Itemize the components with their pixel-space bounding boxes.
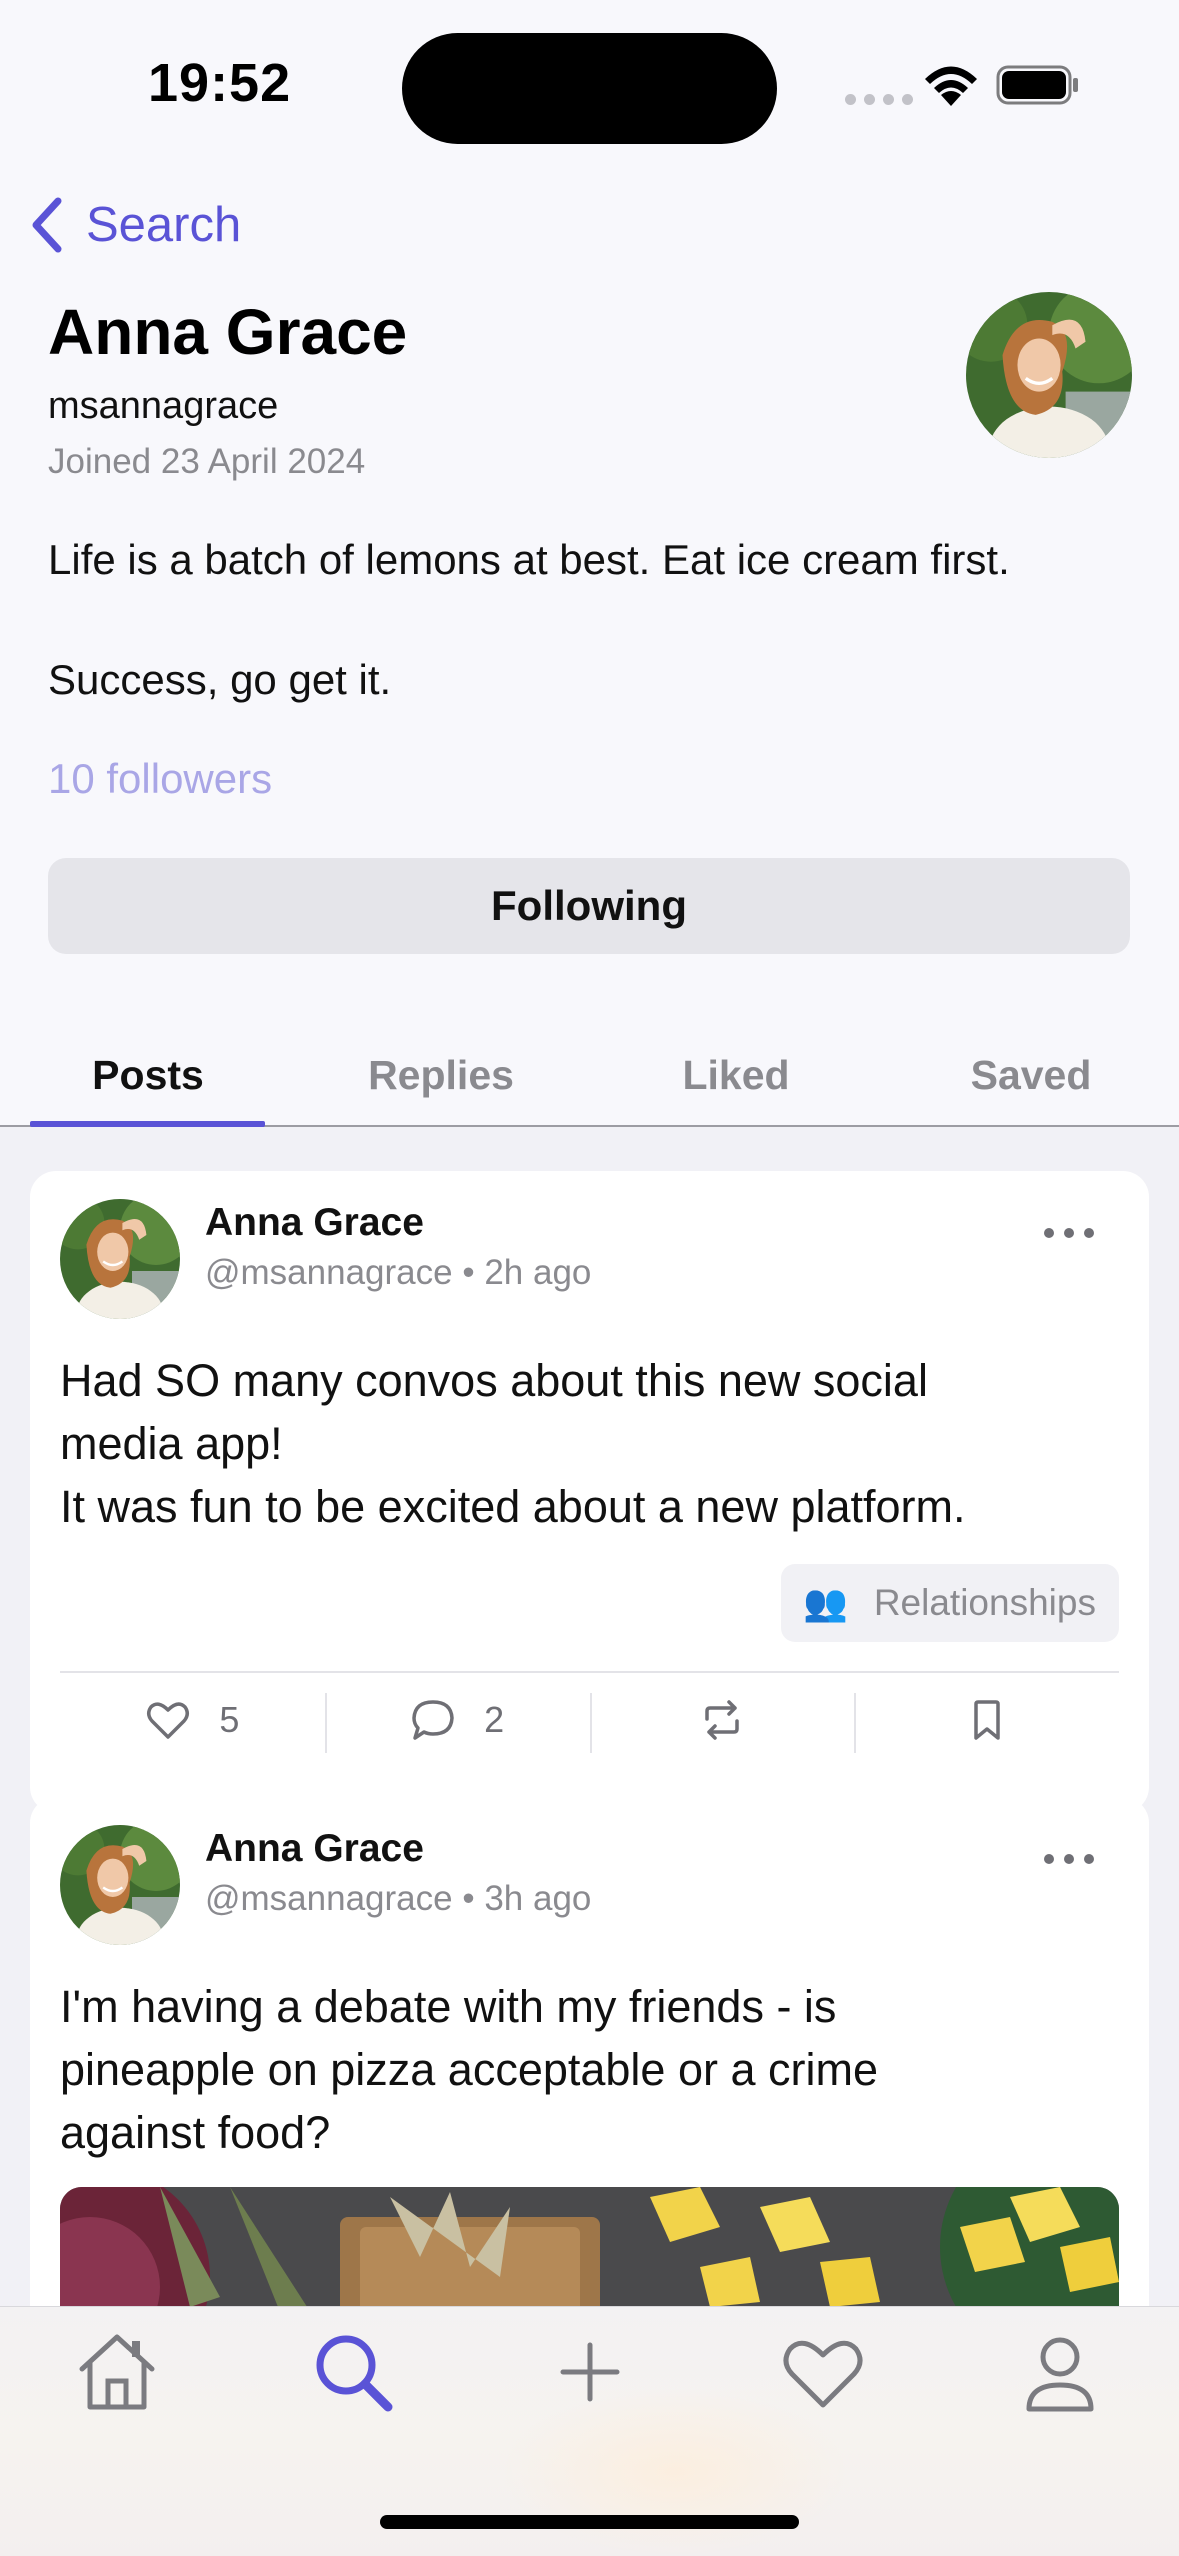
post-author-name[interactable]: Anna Grace bbox=[205, 1827, 424, 1871]
post-text-line: pineapple on pizza acceptable or a crime bbox=[60, 2044, 878, 2095]
like-button[interactable]: 5 bbox=[60, 1673, 325, 1766]
bio-line: Success, go get it. bbox=[48, 656, 392, 703]
post-time: 3h ago bbox=[484, 1879, 592, 1918]
post-text-line: I'm having a debate with my friends - is bbox=[60, 1981, 837, 2032]
profile-tabs: Posts Replies Liked Saved bbox=[0, 1035, 1179, 1127]
battery-icon bbox=[996, 65, 1078, 105]
heart-icon bbox=[147, 1701, 190, 1739]
followers-link[interactable]: 10 followers bbox=[48, 755, 272, 803]
profile-name: Anna Grace bbox=[48, 296, 408, 368]
post-meta: @msannagrace • 3h ago bbox=[205, 1879, 591, 1919]
heart-icon bbox=[783, 2340, 863, 2408]
post-meta: @msannagrace • 2h ago bbox=[205, 1253, 591, 1293]
post-text: Had SO many convos about this new social… bbox=[60, 1349, 1120, 1538]
separator-dot: • bbox=[462, 1253, 485, 1292]
topic-label: Relationships bbox=[873, 1582, 1096, 1623]
people-icon: 👥 bbox=[803, 1582, 848, 1623]
post-handle: @msannagrace bbox=[205, 1879, 453, 1918]
comment-button[interactable]: 2 bbox=[324, 1673, 590, 1766]
like-count: 5 bbox=[219, 1698, 240, 1740]
tab-activity[interactable] bbox=[778, 2327, 868, 2417]
bookmark-button[interactable] bbox=[854, 1673, 1119, 1766]
back-button[interactable]: Search bbox=[26, 190, 241, 260]
tab-search[interactable] bbox=[308, 2327, 398, 2417]
following-button[interactable]: Following bbox=[48, 858, 1130, 954]
tab-compose[interactable] bbox=[545, 2327, 635, 2417]
post-text-line: against food? bbox=[60, 2107, 331, 2158]
profile-bio: Life is a batch of lemons at best. Eat i… bbox=[48, 530, 1148, 770]
chevron-left-icon bbox=[32, 197, 62, 253]
pineapple-photo bbox=[60, 2187, 1119, 2307]
post-handle: @msannagrace bbox=[205, 1253, 453, 1292]
profile-handle: msannagrace bbox=[48, 385, 279, 427]
status-bar: 19:52 bbox=[0, 0, 1179, 170]
tab-posts[interactable]: Posts bbox=[30, 1035, 266, 1125]
profile-joined-date: Joined 23 April 2024 bbox=[48, 442, 366, 481]
bookmark-icon bbox=[973, 1699, 1000, 1740]
post-time: 2h ago bbox=[484, 1253, 592, 1292]
tab-home[interactable] bbox=[72, 2327, 162, 2417]
person-icon bbox=[1026, 2337, 1094, 2412]
post-text: I'm having a debate with my friends - is… bbox=[60, 1975, 1120, 2164]
back-label: Search bbox=[86, 198, 242, 252]
comment-icon bbox=[412, 1699, 454, 1740]
plus-icon bbox=[560, 2342, 620, 2402]
post-author-name[interactable]: Anna Grace bbox=[205, 1201, 424, 1245]
comment-count: 2 bbox=[484, 1698, 505, 1740]
post-avatar[interactable] bbox=[60, 1199, 180, 1319]
post-avatar[interactable] bbox=[60, 1825, 180, 1945]
post-image[interactable] bbox=[60, 2187, 1119, 2307]
dynamic-island bbox=[402, 33, 777, 144]
post-card[interactable]: Anna Grace @msannagrace • 3h ago I'm hav… bbox=[30, 1797, 1149, 2307]
more-options-icon[interactable] bbox=[1041, 1849, 1097, 1869]
search-icon bbox=[316, 2335, 393, 2412]
post-card[interactable]: Anna Grace @msannagrace • 2h ago Had SO … bbox=[30, 1171, 1149, 1813]
post-text-line: media app! bbox=[60, 1418, 283, 1469]
repost-icon bbox=[705, 1699, 739, 1740]
home-indicator[interactable] bbox=[380, 2515, 799, 2529]
profile-avatar[interactable] bbox=[966, 292, 1132, 458]
status-time: 19:52 bbox=[148, 53, 292, 113]
post-text-line: Had SO many convos about this new social bbox=[60, 1355, 928, 1406]
cellular-signal-icon bbox=[845, 94, 913, 105]
tab-liked[interactable]: Liked bbox=[618, 1035, 854, 1125]
post-actions: 5 2 bbox=[60, 1671, 1119, 1766]
posts-feed[interactable]: Anna Grace @msannagrace • 2h ago Had SO … bbox=[0, 1127, 1179, 2307]
repost-button[interactable] bbox=[589, 1673, 855, 1766]
post-text-line: It was fun to be excited about a new pla… bbox=[60, 1481, 966, 1532]
topic-chip[interactable]: 👥 Relationships bbox=[781, 1564, 1119, 1642]
tab-profile[interactable] bbox=[1015, 2327, 1105, 2417]
home-icon bbox=[79, 2334, 155, 2410]
wifi-icon bbox=[925, 66, 977, 106]
separator-dot: • bbox=[462, 1879, 485, 1918]
tab-replies[interactable]: Replies bbox=[323, 1035, 559, 1125]
more-options-icon[interactable] bbox=[1041, 1223, 1097, 1243]
tab-saved[interactable]: Saved bbox=[913, 1035, 1149, 1125]
bio-line: Life is a batch of lemons at best. Eat i… bbox=[48, 536, 1010, 583]
